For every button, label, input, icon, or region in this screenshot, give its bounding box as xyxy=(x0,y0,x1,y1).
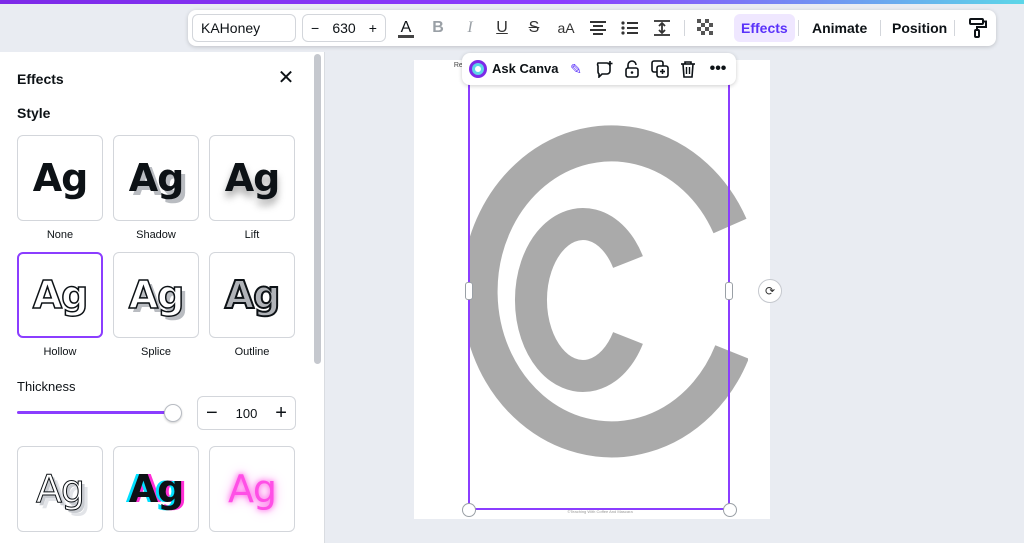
effect-tile-glitch[interactable]: Ag xyxy=(113,446,199,532)
lock-icon[interactable] xyxy=(622,59,642,79)
spacing-icon[interactable] xyxy=(650,16,674,40)
text-toolbar: KAHoney − 630 + A B I U S aA Effects Ani… xyxy=(188,10,996,46)
thickness-slider-handle[interactable] xyxy=(164,404,182,422)
effect-tile-hollow[interactable]: Ag xyxy=(17,252,103,338)
font-size-value[interactable]: 630 xyxy=(332,20,355,36)
resize-handle-bottom-right[interactable] xyxy=(723,503,737,517)
canva-assistant-icon[interactable] xyxy=(468,59,488,79)
effect-preview: Ag xyxy=(128,467,185,511)
strikethrough-icon[interactable]: S xyxy=(522,16,546,40)
ask-canva-button[interactable]: Ask Canva xyxy=(492,61,558,76)
rotate-icon[interactable]: ⟳ xyxy=(758,279,782,303)
effect-label: Lift xyxy=(244,229,260,241)
font-size-decrease-button[interactable]: − xyxy=(311,20,319,36)
effects-button[interactable]: Effects xyxy=(734,14,795,42)
selection-box[interactable] xyxy=(468,80,730,510)
toolbar-divider xyxy=(880,20,881,36)
font-family-select[interactable]: KAHoney xyxy=(192,14,296,42)
close-icon[interactable]: ✕ xyxy=(276,68,296,88)
thickness-slider-track[interactable] xyxy=(17,411,177,414)
effect-tile-none[interactable]: Ag xyxy=(17,135,103,221)
effect-preview: Ag xyxy=(32,156,89,200)
effect-tile-neon[interactable]: Ag xyxy=(209,446,295,532)
more-options-icon[interactable]: ••• xyxy=(708,59,728,79)
italic-icon[interactable]: I xyxy=(458,16,482,40)
effect-tile-lift[interactable]: Ag xyxy=(209,135,295,221)
effect-tile-outline[interactable]: Ag xyxy=(209,252,295,338)
effect-preview: Ag xyxy=(35,467,85,512)
thickness-stepper: − 100 + xyxy=(197,396,296,430)
trash-icon[interactable] xyxy=(678,59,698,79)
magic-edit-icon[interactable]: ✎ xyxy=(566,59,586,79)
toolbar-divider xyxy=(684,20,685,36)
effect-preview: Ag xyxy=(128,156,185,200)
align-center-icon[interactable] xyxy=(586,16,610,40)
page-footer-text: ©Teaching With Coffee And Mascara xyxy=(567,509,633,514)
thickness-increase-button[interactable]: + xyxy=(275,403,287,423)
resize-handle-right[interactable] xyxy=(725,282,733,300)
panel-title: Effects xyxy=(17,71,64,87)
resize-handle-bottom-left[interactable] xyxy=(462,503,476,517)
effect-label: Splice xyxy=(141,346,171,358)
effect-label: Shadow xyxy=(136,229,176,241)
element-context-bar: Ask Canva ✎ ••• xyxy=(462,53,736,85)
paint-roller-icon[interactable] xyxy=(966,16,990,40)
effect-label: Hollow xyxy=(43,346,77,358)
toolbar-divider xyxy=(798,20,799,36)
transparency-icon[interactable] xyxy=(694,16,718,40)
comment-add-icon[interactable] xyxy=(594,59,614,79)
effect-tile-shadow[interactable]: Ag xyxy=(113,135,199,221)
duplicate-icon[interactable] xyxy=(650,59,670,79)
svg-text:A: A xyxy=(401,19,412,36)
effect-label: Outline xyxy=(234,346,270,358)
effect-preview: Ag xyxy=(224,156,281,200)
effect-preview: Ag xyxy=(224,272,282,318)
list-icon[interactable] xyxy=(618,16,642,40)
top-gradient-strip xyxy=(0,0,1024,4)
effect-preview: Ag xyxy=(32,272,89,318)
font-size-stepper[interactable]: − 630 + xyxy=(302,14,386,42)
letter-case-button[interactable]: aA xyxy=(554,16,578,40)
panel-scrollbar[interactable] xyxy=(314,54,321,364)
text-color-icon: A xyxy=(398,19,414,38)
bold-icon[interactable]: B xyxy=(426,16,450,40)
effect-preview: Ag xyxy=(227,467,277,511)
toolbar-divider xyxy=(954,20,955,36)
style-section-label: Style xyxy=(17,105,51,121)
effect-tile-echo[interactable]: Ag xyxy=(17,446,103,532)
effect-preview: Ag xyxy=(128,272,185,318)
text-color-button[interactable]: A xyxy=(394,16,418,40)
resize-handle-left[interactable] xyxy=(465,282,473,300)
effect-label: None xyxy=(46,229,74,241)
thickness-value[interactable]: 100 xyxy=(236,406,258,421)
effect-tile-splice[interactable]: Ag xyxy=(113,252,199,338)
position-button[interactable]: Position xyxy=(885,14,954,42)
thickness-decrease-button[interactable]: − xyxy=(206,403,218,423)
underline-icon[interactable]: U xyxy=(490,16,514,40)
thickness-label: Thickness xyxy=(17,379,76,394)
animate-button[interactable]: Animate xyxy=(805,14,874,42)
font-size-increase-button[interactable]: + xyxy=(369,20,377,36)
effects-panel: Effects ✕ Style Ag None Ag Shadow Ag Lif… xyxy=(0,52,325,543)
